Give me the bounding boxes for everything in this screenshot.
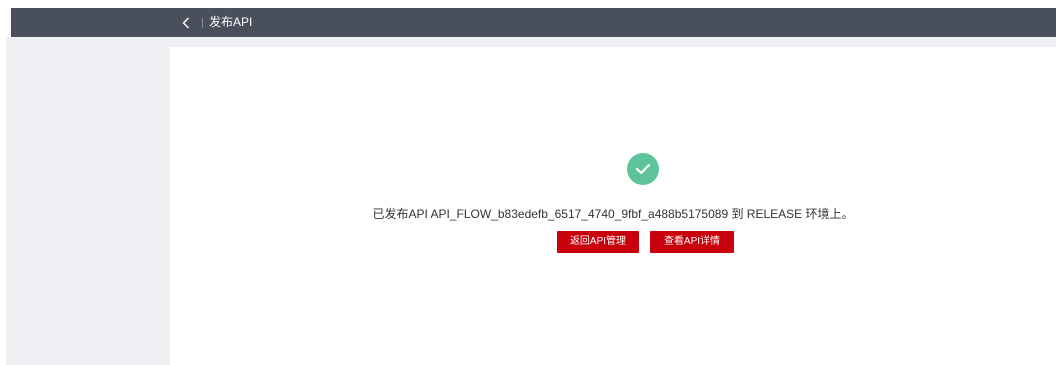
view-api-detail-button[interactable]: 查看API详情 — [650, 231, 734, 253]
publish-api-page: 发布API 已发布API API_FLOW_b83edefb_6517_4740… — [0, 0, 1056, 365]
back-button[interactable] — [177, 8, 195, 37]
chevron-left-icon — [182, 17, 190, 29]
result-panel: 已发布API API_FLOW_b83edefb_6517_4740_9fbf_… — [170, 47, 1056, 365]
page-title: 发布API — [209, 15, 253, 29]
top-bar: 发布API — [11, 8, 1056, 37]
success-message: 已发布API API_FLOW_b83edefb_6517_4740_9fbf_… — [372, 207, 854, 221]
action-buttons: 返回API管理 查看API详情 — [557, 231, 734, 253]
title-divider — [202, 18, 203, 28]
back-to-api-management-button[interactable]: 返回API管理 — [557, 231, 639, 253]
check-circle-icon — [627, 153, 659, 185]
